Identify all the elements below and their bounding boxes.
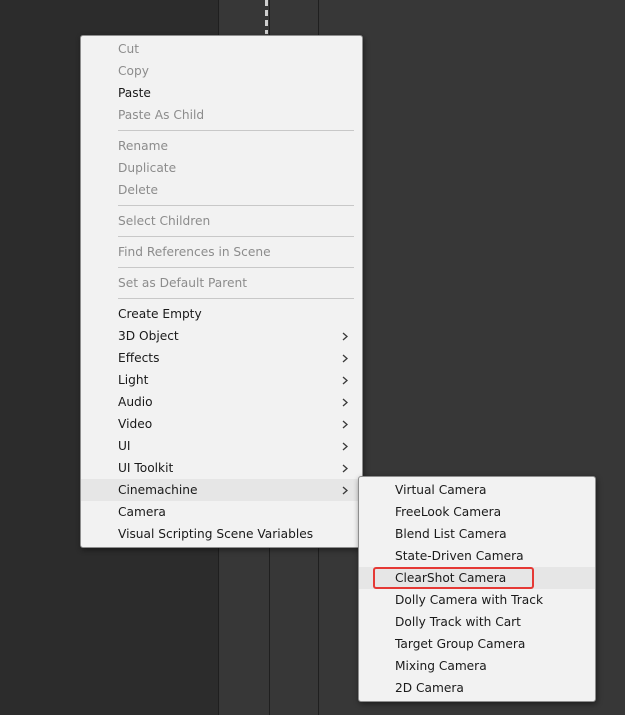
dashed-guide-line: [265, 0, 268, 34]
submenu-item-dolly-track-with-cart[interactable]: Dolly Track with Cart: [359, 611, 595, 633]
chevron-right-icon: [340, 435, 350, 457]
menu-separator: [118, 236, 354, 237]
submenu-item-state-driven-camera[interactable]: State-Driven Camera: [359, 545, 595, 567]
submenu-item-virtual-camera[interactable]: Virtual Camera: [359, 479, 595, 501]
submenu-item-target-group-camera[interactable]: Target Group Camera: [359, 633, 595, 655]
menu-item-duplicate[interactable]: Duplicate: [81, 157, 362, 179]
menu-item-select-children[interactable]: Select Children: [81, 210, 362, 232]
menu-separator: [118, 298, 354, 299]
menu-item-light[interactable]: Light: [81, 369, 362, 391]
submenu-item-2d-camera[interactable]: 2D Camera: [359, 677, 595, 699]
menu-item-camera[interactable]: Camera: [81, 501, 362, 523]
menu-item-copy[interactable]: Copy: [81, 60, 362, 82]
menu-item-create-empty[interactable]: Create Empty: [81, 303, 362, 325]
submenu-item-freelook-camera[interactable]: FreeLook Camera: [359, 501, 595, 523]
menu-item-paste-as-child[interactable]: Paste As Child: [81, 104, 362, 126]
hierarchy-context-menu: Cut Copy Paste Paste As Child Rename Dup…: [80, 35, 363, 548]
menu-separator: [118, 267, 354, 268]
menu-item-visual-scripting-scene-variables[interactable]: Visual Scripting Scene Variables: [81, 523, 362, 545]
menu-item-video[interactable]: Video: [81, 413, 362, 435]
menu-item-set-default-parent[interactable]: Set as Default Parent: [81, 272, 362, 294]
submenu-item-mixing-camera[interactable]: Mixing Camera: [359, 655, 595, 677]
chevron-right-icon: [340, 457, 350, 479]
menu-item-audio[interactable]: Audio: [81, 391, 362, 413]
menu-separator: [118, 205, 354, 206]
chevron-right-icon: [340, 369, 350, 391]
menu-item-effects[interactable]: Effects: [81, 347, 362, 369]
chevron-right-icon: [340, 347, 350, 369]
menu-item-rename[interactable]: Rename: [81, 135, 362, 157]
menu-item-find-references[interactable]: Find References in Scene: [81, 241, 362, 263]
menu-separator: [118, 130, 354, 131]
menu-item-cinemachine[interactable]: Cinemachine: [81, 479, 362, 501]
menu-item-paste[interactable]: Paste: [81, 82, 362, 104]
menu-item-delete[interactable]: Delete: [81, 179, 362, 201]
chevron-right-icon: [340, 391, 350, 413]
submenu-item-clearshot-camera[interactable]: ClearShot Camera: [359, 567, 595, 589]
submenu-item-blend-list-camera[interactable]: Blend List Camera: [359, 523, 595, 545]
menu-item-ui[interactable]: UI: [81, 435, 362, 457]
menu-item-3d-object[interactable]: 3D Object: [81, 325, 362, 347]
chevron-right-icon: [340, 325, 350, 347]
chevron-right-icon: [340, 479, 350, 501]
cinemachine-submenu: Virtual Camera FreeLook Camera Blend Lis…: [358, 476, 596, 702]
menu-item-cut[interactable]: Cut: [81, 38, 362, 60]
submenu-item-dolly-camera-with-track[interactable]: Dolly Camera with Track: [359, 589, 595, 611]
menu-item-ui-toolkit[interactable]: UI Toolkit: [81, 457, 362, 479]
chevron-right-icon: [340, 413, 350, 435]
